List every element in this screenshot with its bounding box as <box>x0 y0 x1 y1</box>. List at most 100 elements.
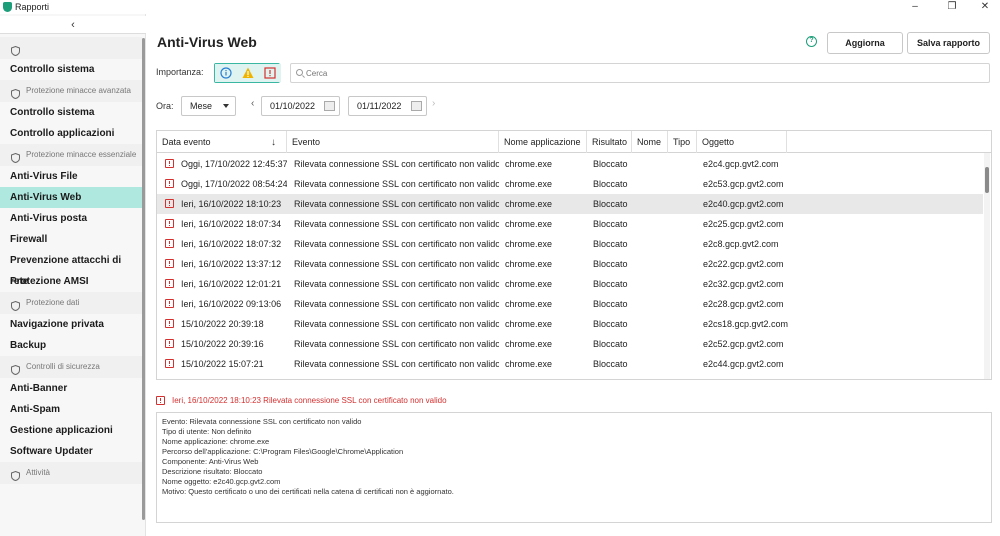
cell-date: Ieri, 16/10/2022 18:10:23 <box>181 199 282 209</box>
table-scrollbar[interactable] <box>985 167 989 193</box>
date-from-field[interactable]: 01/10/2022 <box>261 96 340 116</box>
minimize-button[interactable]: – <box>895 0 935 14</box>
table-row[interactable]: 15/10/2022 15:07:21 Rilevata connessione … <box>157 354 983 374</box>
cell-app: chrome.exe <box>505 199 553 209</box>
calendar-icon[interactable] <box>411 101 422 111</box>
cell-app: chrome.exe <box>505 279 553 289</box>
events-table: Data evento ↓ Evento Nome applicazione Ri… <box>156 130 992 380</box>
cell-event: Rilevata connessione SSL con certificato… <box>294 259 499 269</box>
importance-critical-toggle[interactable] <box>259 64 281 82</box>
help-icon[interactable]: ? <box>806 36 817 47</box>
period-select[interactable]: Mese <box>181 96 236 116</box>
period-value: Mese <box>190 101 213 111</box>
sidebar-item-label: Software Updater <box>10 446 93 457</box>
lock-icon <box>11 298 20 312</box>
sidebar-item-label: Navigazione privata <box>10 319 104 330</box>
detail-header-text: Ieri, 16/10/2022 18:10:23 Rilevata conne… <box>172 396 447 405</box>
importance-info-toggle[interactable] <box>215 64 237 82</box>
sidebar-item[interactable]: Navigazione privata <box>0 314 142 335</box>
sidebar-item[interactable]: Anti-Banner <box>0 378 142 399</box>
cell-app: chrome.exe <box>505 219 553 229</box>
date-to-field[interactable]: 01/11/2022 <box>348 96 427 116</box>
cell-app: chrome.exe <box>505 259 553 269</box>
page-title: Anti-Virus Web <box>157 34 257 50</box>
sidebar-item[interactable]: Software Updater <box>0 441 142 462</box>
sidebar-item-label: Controllo sistema <box>10 107 95 118</box>
next-period-button[interactable]: › <box>432 98 435 109</box>
column-date[interactable]: Data evento ↓ <box>157 131 287 153</box>
sidebar-item[interactable]: Anti-Virus Web <box>0 187 142 208</box>
table-row[interactable]: Ieri, 16/10/2022 12:01:21 Rilevata connes… <box>157 274 983 294</box>
table-row[interactable]: Ieri, 16/10/2022 09:13:06 Rilevata connes… <box>157 294 983 314</box>
sidebar-group-header: Protezione dati <box>0 292 142 314</box>
table-row[interactable]: Ieri, 16/10/2022 18:07:32 Rilevata connes… <box>157 234 983 254</box>
cell-event: Rilevata connessione SSL con certificato… <box>294 299 499 309</box>
cell-event: Rilevata connessione SSL con certificato… <box>294 179 499 189</box>
column-result[interactable]: Risultato <box>587 131 632 153</box>
table-row[interactable]: 15/10/2022 20:39:18 Rilevata connessione … <box>157 314 983 334</box>
cell-app: chrome.exe <box>505 339 553 349</box>
column-type[interactable]: Tipo <box>668 131 697 153</box>
table-row[interactable]: Ieri, 16/10/2022 13:37:12 Rilevata connes… <box>157 254 983 274</box>
previous-period-button[interactable]: ‹ <box>251 98 254 109</box>
date-from-value: 01/10/2022 <box>270 101 316 111</box>
cell-event: Rilevata connessione SSL con certificato… <box>294 239 499 249</box>
calendar-icon[interactable] <box>324 101 335 111</box>
table-row[interactable]: Oggi, 17/10/2022 12:45:37 Rilevata connes… <box>157 154 983 174</box>
sidebar-item[interactable]: Gestione applicazioni <box>0 420 142 441</box>
cell-date: Ieri, 16/10/2022 18:07:32 <box>181 239 282 249</box>
sidebar-item-label: Controllo sistema <box>10 64 95 75</box>
cell-result: Bloccato <box>593 299 628 309</box>
sidebar-item[interactable]: Protezione AMSI <box>0 271 142 292</box>
cell-result: Bloccato <box>593 199 628 209</box>
table-row[interactable]: 15/10/2022 20:39:16 Rilevata connessione … <box>157 334 983 354</box>
cell-object: e2c22.gcp.gvt2.com <box>703 259 784 269</box>
window-title: Rapporti <box>15 2 50 12</box>
importance-label: Importanza: <box>156 67 204 77</box>
search-input[interactable] <box>306 66 976 80</box>
cell-object: e2c25.gcp.gvt2.com <box>703 219 784 229</box>
sidebar-item[interactable]: Controllo applicazioni <box>0 123 142 144</box>
sidebar-item-label: Attività <box>26 468 51 477</box>
sidebar-scrollbar[interactable] <box>142 38 145 520</box>
cell-app: chrome.exe <box>505 319 553 329</box>
cell-app: chrome.exe <box>505 179 553 189</box>
importance-warning-toggle[interactable] <box>237 64 259 82</box>
sidebar-item[interactable]: Anti-Virus File <box>0 166 142 187</box>
sidebar-item[interactable]: Controllo sistema <box>0 102 142 123</box>
cell-event: Rilevata connessione SSL con certificato… <box>294 219 499 229</box>
collapse-sidebar-button[interactable]: ‹ <box>0 16 146 34</box>
cell-object: e2c32.gcp.gvt2.com <box>703 279 784 289</box>
table-row[interactable]: Oggi, 17/10/2022 08:54:24 Rilevata connes… <box>157 174 983 194</box>
sidebar-item[interactable]: Anti-Spam <box>0 399 142 420</box>
chevron-down-icon <box>223 104 229 108</box>
save-report-button[interactable]: Salva rapporto <box>907 32 990 54</box>
search-box[interactable] <box>290 63 990 83</box>
sidebar-item[interactable]: Controllo sistema <box>0 59 142 80</box>
column-event[interactable]: Evento <box>287 131 499 153</box>
column-object[interactable]: Oggetto <box>697 131 787 153</box>
sidebar-item[interactable]: Anti-Virus posta <box>0 208 142 229</box>
critical-icon <box>165 359 174 368</box>
critical-icon <box>165 219 174 228</box>
sort-down-icon: ↓ <box>271 137 276 148</box>
cell-date: 15/10/2022 15:07:21 <box>181 359 264 369</box>
table-row[interactable]: Ieri, 16/10/2022 18:10:23 Rilevata connes… <box>157 194 983 214</box>
cell-event: Rilevata connessione SSL con certificato… <box>294 319 499 329</box>
critical-icon <box>165 239 174 248</box>
refresh-button[interactable]: Aggiorna <box>827 32 903 54</box>
sidebar-item[interactable]: Firewall <box>0 229 142 250</box>
cell-event: Rilevata connessione SSL con certificato… <box>294 159 499 169</box>
detail-line: Tipo di utente: Non definito <box>162 427 252 436</box>
sidebar-item[interactable]: Prevenzione attacchi di rete <box>0 250 142 287</box>
cell-object: e2c53.gcp.gvt2.com <box>703 179 784 189</box>
column-name[interactable]: Nome <box>632 131 668 153</box>
cell-result: Bloccato <box>593 359 628 369</box>
critical-icon <box>165 179 174 188</box>
column-application[interactable]: Nome applicazione <box>499 131 587 153</box>
table-row[interactable]: Ieri, 16/10/2022 18:07:34 Rilevata connes… <box>157 214 983 234</box>
cell-date: Oggi, 17/10/2022 12:45:37 <box>181 159 287 169</box>
sidebar-item[interactable]: Backup <box>0 335 142 356</box>
close-button[interactable]: ✕ <box>965 0 1000 14</box>
detail-line: Motivo: Questo certificato o uno dei cer… <box>162 487 454 496</box>
